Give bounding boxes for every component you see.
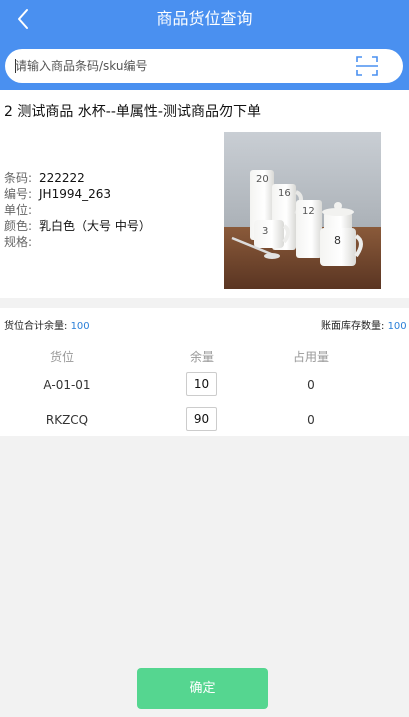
attr-value: 222222	[39, 171, 85, 185]
product-card: 2 测试商品 水杯--单属性-测试商品勿下单 条码: 222222 编号: JH…	[0, 90, 409, 298]
qty-input[interactable]: 10	[186, 372, 217, 396]
book-stock-value: 100	[387, 321, 407, 332]
total-remaining-label: 货位合计余量:	[4, 321, 68, 332]
attr-row-spec: 规格:	[4, 234, 151, 250]
stock-section: 货位合计余量: 100 账面库存数量: 100 货位 余量 占用量 A-01-0…	[0, 308, 409, 436]
attr-row-barcode: 条码: 222222	[4, 170, 151, 186]
qty-input[interactable]: 90	[186, 407, 217, 431]
location-cell: RKZCQ	[45, 413, 89, 427]
page-title: 商品货位查询	[156, 9, 253, 28]
column-header-occupied: 占用量	[292, 350, 329, 364]
search-bar	[5, 49, 403, 83]
book-stock: 账面库存数量: 100	[321, 317, 407, 332]
svg-text:20: 20	[256, 174, 269, 185]
svg-text:16: 16	[278, 188, 291, 199]
total-remaining-value: 100	[70, 321, 90, 332]
scan-icon	[356, 56, 378, 76]
product-image: 20 16 12 8 3	[224, 132, 381, 289]
header-bar: 商品货位查询	[0, 0, 409, 90]
stock-summary: 货位合计余量: 100 账面库存数量: 100	[4, 317, 409, 332]
product-attributes: 条码: 222222 编号: JH1994_263 单位: 颜色: 乳白色（大号…	[4, 170, 151, 250]
attr-row-code: 编号: JH1994_263	[4, 186, 151, 202]
attr-row-color: 颜色: 乳白色（大号 中号）	[4, 218, 151, 234]
product-name: 2 测试商品 水杯--单属性-测试商品勿下单	[4, 104, 261, 120]
occupied-cell: 0	[307, 413, 315, 427]
scan-button[interactable]	[355, 55, 379, 77]
attr-value: 乳白色（大号 中号）	[39, 219, 151, 233]
attr-key: 单位:	[4, 203, 33, 217]
total-remaining: 货位合计余量: 100	[4, 317, 90, 332]
column-header-remaining: 余量	[189, 350, 214, 364]
attr-key: 规格:	[4, 235, 33, 249]
svg-text:8: 8	[334, 234, 341, 247]
attr-key: 编号:	[4, 187, 33, 201]
occupied-cell: 0	[307, 378, 315, 392]
attr-row-unit: 单位:	[4, 202, 151, 218]
attr-key: 颜色:	[4, 219, 33, 233]
attr-key: 条码:	[4, 171, 33, 185]
confirm-button[interactable]: 确定	[137, 668, 268, 709]
column-header-location: 货位	[49, 350, 74, 364]
search-input[interactable]	[15, 49, 345, 83]
book-stock-label: 账面库存数量:	[321, 321, 385, 332]
svg-text:12: 12	[302, 206, 315, 217]
location-cell: A-01-01	[43, 378, 91, 392]
attr-value: JH1994_263	[39, 187, 112, 201]
svg-text:3: 3	[262, 226, 268, 237]
